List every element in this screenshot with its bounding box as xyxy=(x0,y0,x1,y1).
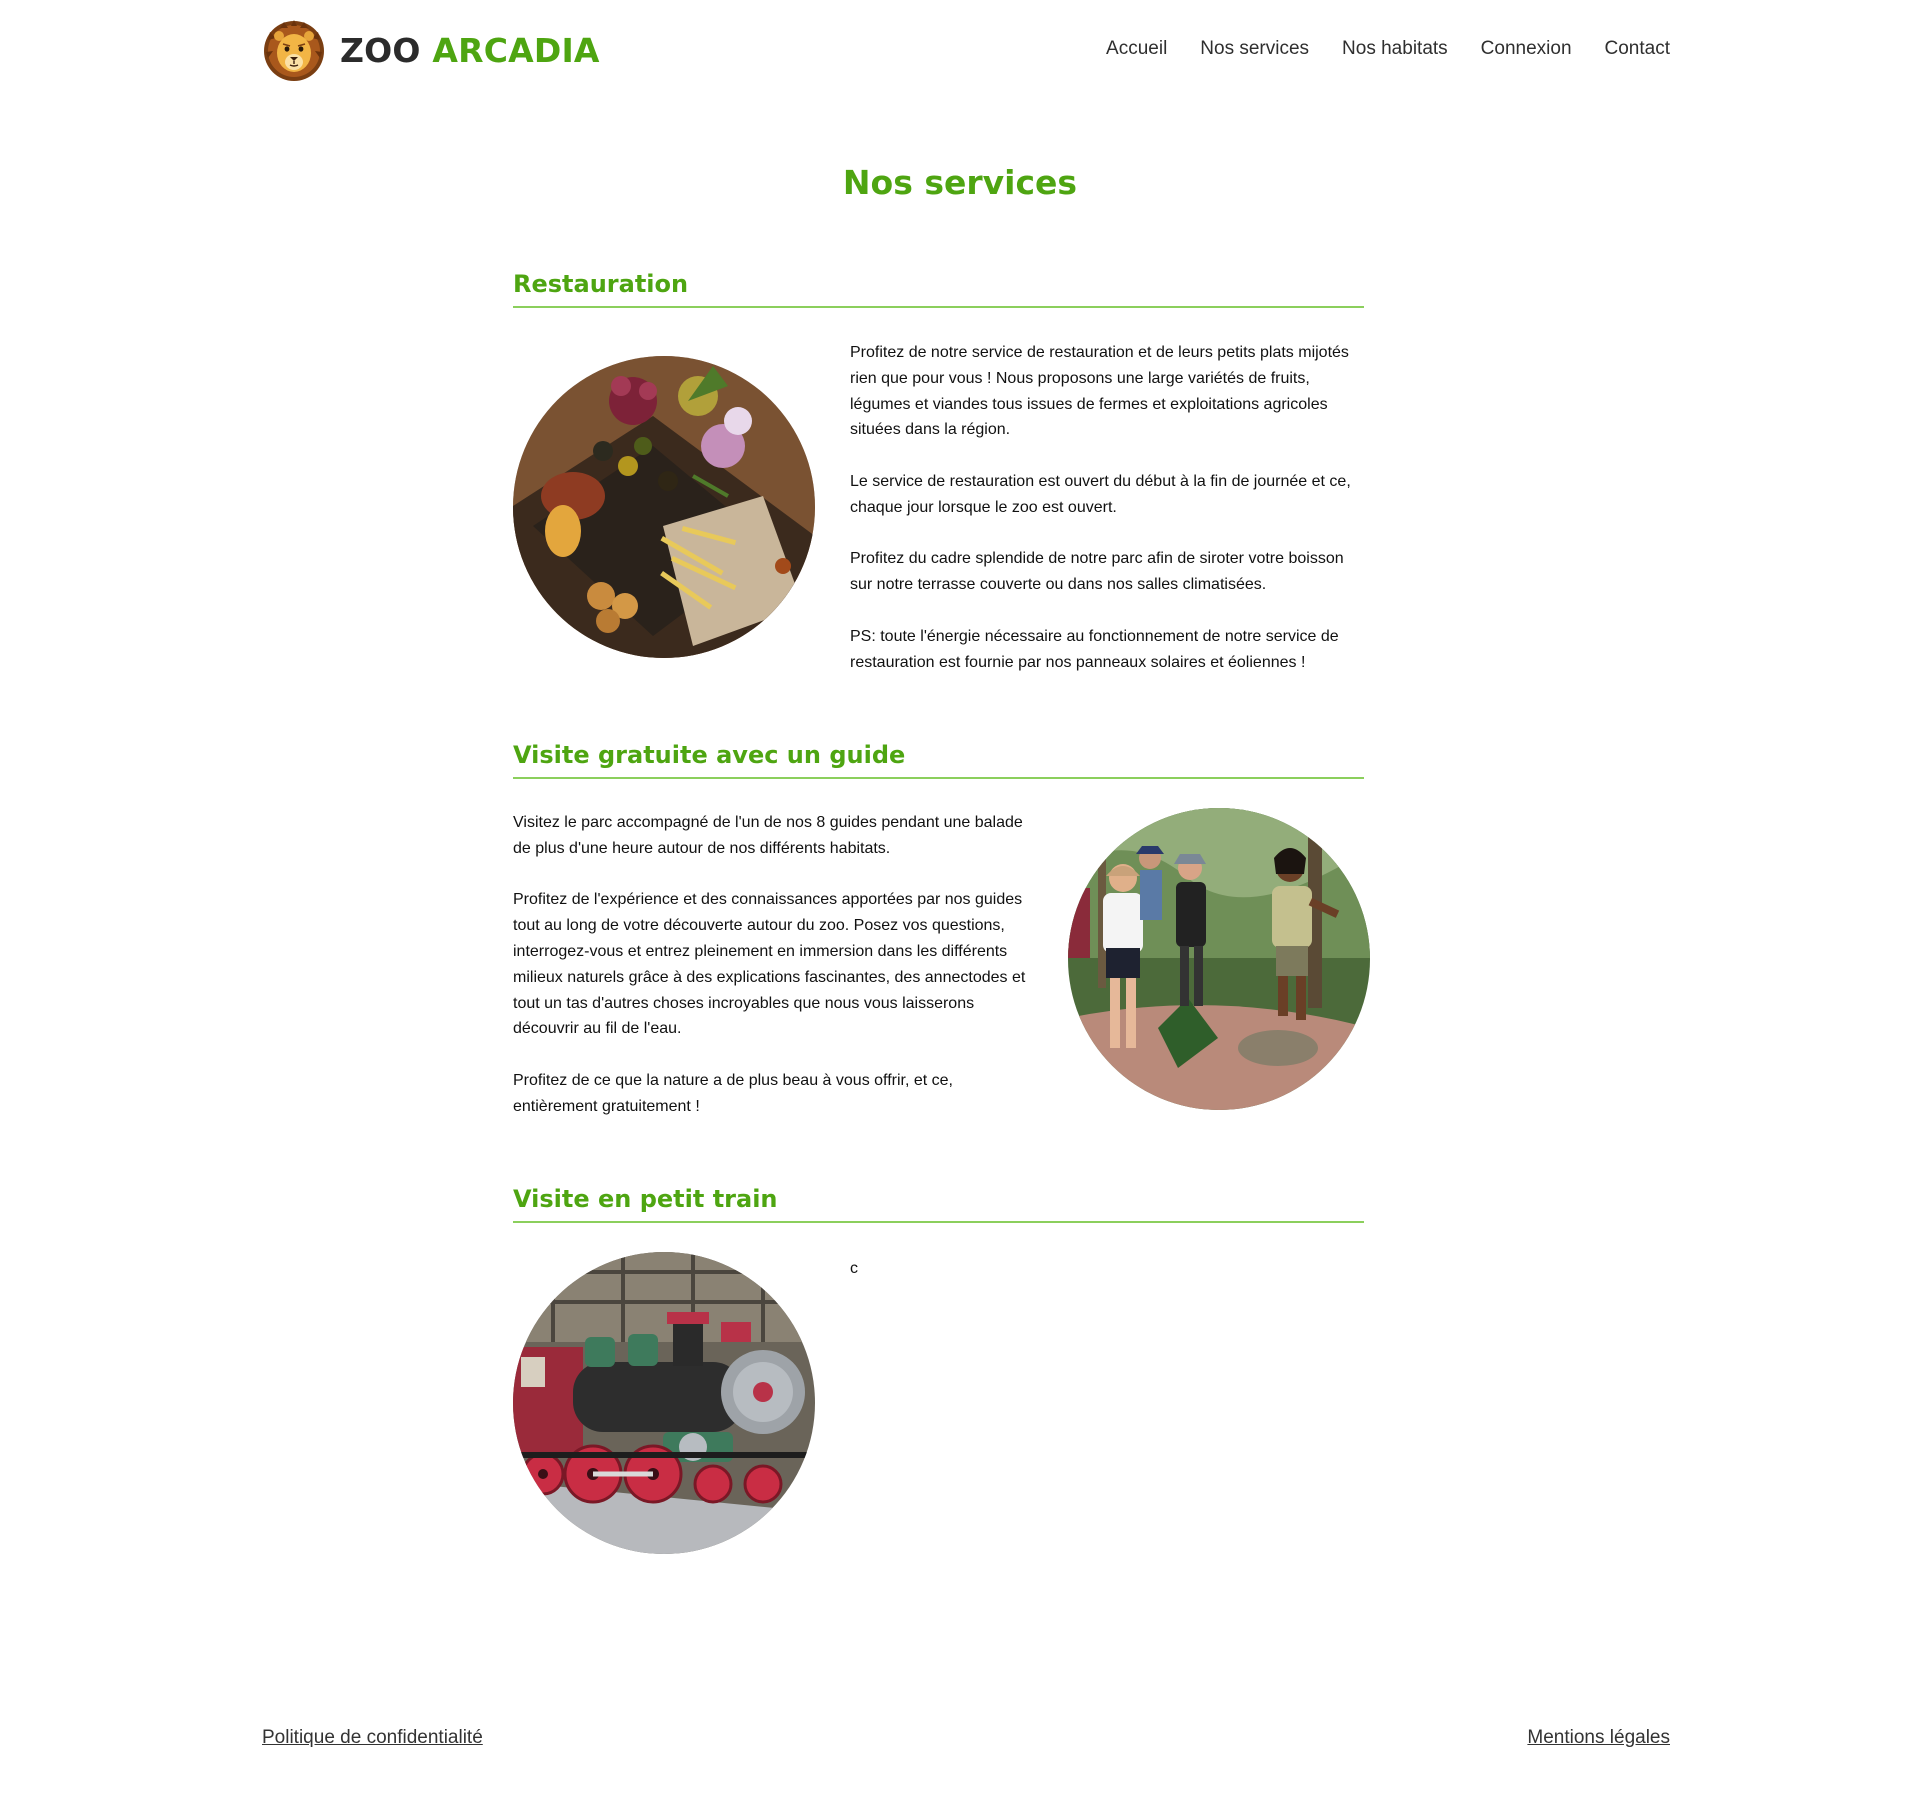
section-restauration: Restauration xyxy=(513,269,1364,308)
paragraph: Profitez de l'expérience et des connaiss… xyxy=(513,891,1026,1038)
section-title: Visite en petit train xyxy=(513,1185,778,1213)
paragraph: Profitez de ce que la nature a de plus b… xyxy=(513,1071,953,1115)
restauration-description: Profitez de notre service de restauratio… xyxy=(850,340,1368,701)
visite-train-description: c xyxy=(850,1256,1368,1308)
section-divider xyxy=(513,777,1364,779)
main-nav: Accueil Nos services Nos habitats Connex… xyxy=(1106,38,1670,60)
paragraph: PS: toute l'énergie nécessaire au foncti… xyxy=(850,627,1339,671)
brand-name-zoo: ZOO xyxy=(340,30,421,70)
steam-train-photo xyxy=(513,1252,815,1554)
brand-name: ZOO ARCADIA xyxy=(340,31,600,70)
guided-tour-photo xyxy=(1068,808,1370,1110)
paragraph: Profitez du cadre splendide de notre par… xyxy=(850,550,1344,594)
page-title: Nos services xyxy=(842,163,1078,202)
logo[interactable]: ZOO ARCADIA xyxy=(262,16,600,84)
privacy-policy-link[interactable]: Politique de confidentialité xyxy=(262,1727,483,1749)
paragraph: Visitez le parc accompagné de l'un de no… xyxy=(513,814,1023,857)
site-header: ZOO ARCADIA Accueil Nos services Nos hab… xyxy=(262,16,1670,84)
brand-name-arcadia: ARCADIA xyxy=(432,30,600,70)
nav-link-nos-habitats[interactable]: Nos habitats xyxy=(1342,38,1448,60)
section-divider xyxy=(513,1221,1364,1223)
food-platter-photo xyxy=(513,356,815,658)
section-title: Restauration xyxy=(513,270,689,298)
section-divider xyxy=(513,306,1364,308)
paragraph: Le service de restauration est ouvert du… xyxy=(850,472,1351,516)
section-visite-train: Visite en petit train xyxy=(513,1184,1364,1223)
lion-head-icon xyxy=(262,18,326,82)
paragraph: Profitez de notre service de restauratio… xyxy=(850,344,1349,439)
nav-link-nos-services[interactable]: Nos services xyxy=(1200,38,1309,60)
section-title: Visite gratuite avec un guide xyxy=(513,741,906,769)
paragraph: c xyxy=(850,1260,858,1277)
visite-guide-description: Visitez le parc accompagné de l'un de no… xyxy=(513,810,1038,1145)
nav-link-connexion[interactable]: Connexion xyxy=(1481,38,1572,60)
nav-link-contact[interactable]: Contact xyxy=(1605,38,1670,60)
section-visite-guide: Visite gratuite avec un guide xyxy=(513,740,1364,779)
legal-notice-link[interactable]: Mentions légales xyxy=(1527,1727,1670,1749)
nav-link-accueil[interactable]: Accueil xyxy=(1106,38,1167,60)
